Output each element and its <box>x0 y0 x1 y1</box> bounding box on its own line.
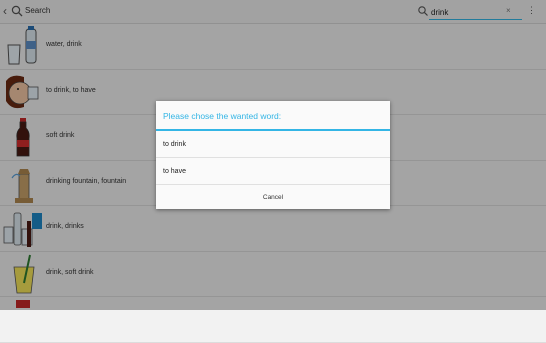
dialog-option-label: to drink <box>163 141 186 148</box>
cancel-button[interactable]: Cancel <box>156 186 390 209</box>
dialog-option-label: to have <box>163 168 186 175</box>
dialog-option-to-drink[interactable]: to drink <box>156 131 390 158</box>
word-choice-dialog: Please chose the wanted word: to drink t… <box>156 101 390 209</box>
dialog-title: Please chose the wanted word: <box>163 111 282 121</box>
dialog-option-to-have[interactable]: to have <box>156 158 390 185</box>
